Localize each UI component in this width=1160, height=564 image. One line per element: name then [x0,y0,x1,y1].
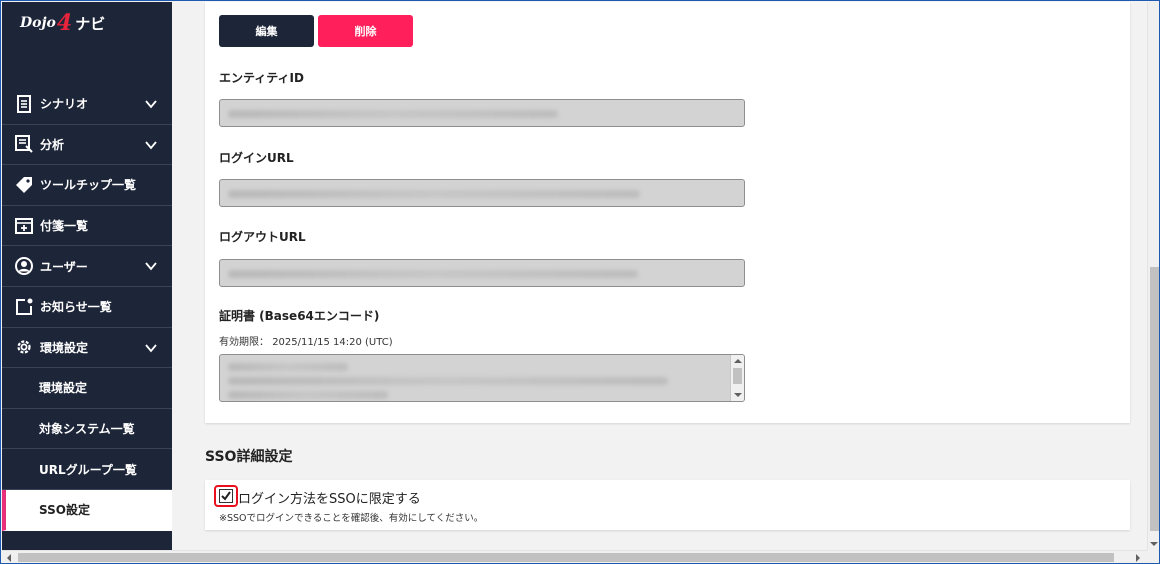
sidebar-subitem-target-systems[interactable]: 対象システム一覧 [2,409,172,450]
sidebar-nav: シナリオ 分析 ツールチップ一覧 付箋一覧 ユーザー お知らせ一覧 環境設定 環… [2,84,172,531]
login-url-label: ログインURL [219,151,294,165]
scroll-down-icon[interactable] [1150,542,1158,546]
redacted-value [228,190,640,198]
delete-button[interactable]: 削除 [318,15,413,47]
logo-text-dojo: Dojo [20,15,56,31]
sidebar-item-label: 分析 [40,137,65,152]
expiry-label: 有効期限： [219,337,269,348]
login-url-field[interactable] [219,179,745,207]
certificate-expiry: 有効期限： 2025/11/15 14:20 (UTC) [219,333,393,348]
sidebar-subitem-url-groups[interactable]: URLグループ一覧 [2,449,172,490]
checkmark-icon [221,491,231,501]
scroll-right-icon[interactable] [1136,554,1140,562]
sidebar-item-label: 環境設定 [40,340,89,355]
chevron-down-icon[interactable] [144,138,158,152]
scroll-thumb[interactable] [733,368,742,384]
sidebar-item-label: シナリオ [40,97,89,112]
sidebar-item-settings[interactable]: 環境設定 [2,328,172,369]
entity-id-label: エンティティID [219,71,304,85]
sso-detail-settings-title: SSO詳細設定 [205,449,293,465]
scroll-thumb[interactable] [1150,267,1159,531]
redacted-value [228,110,558,118]
sidebar-item-label: ツールチップ一覧 [40,178,137,193]
tag-icon [14,175,34,195]
logout-url-label: ログアウトURL [219,230,306,244]
sidebar-item-tooltips[interactable]: ツールチップ一覧 [2,165,172,206]
redacted-value [228,377,668,385]
entity-id-field[interactable] [219,99,745,127]
user-icon [14,256,34,276]
chevron-down-icon[interactable] [144,97,158,111]
certificate-label: 証明書 (Base64エンコード) [219,309,380,323]
sidebar-item-notifications[interactable]: お知らせ一覧 [2,287,172,328]
sticky-note-icon [14,216,34,236]
sso-config-card: 編集 削除 エンティティID ログインURL ログアウトURL 証明書 (Bas… [205,2,1130,423]
textarea-scrollbar[interactable] [730,355,744,401]
sidebar-item-label: ユーザー [40,259,88,274]
edit-button[interactable]: 編集 [219,15,314,47]
sidebar-item-label: お知らせ一覧 [40,300,112,315]
scroll-thumb[interactable] [18,553,1114,562]
main-content: 編集 削除 エンティティID ログインURL ログアウトURL 証明書 (Bas… [172,2,1147,550]
sidebar: Dojo 4 ナビ シナリオ 分析 ツールチップ一覧 付箋一覧 ユーザー お知ら… [2,2,172,550]
sso-only-note: ※SSOでログインできることを確認後、有効にしてください。 [219,513,484,524]
sidebar-item-users[interactable]: ユーザー [2,246,172,287]
sidebar-subitem-sso-settings[interactable]: SSO設定 [2,489,172,531]
sidebar-subitem-environment-settings[interactable]: 環境設定 [2,368,172,409]
horizontal-scrollbar[interactable] [2,550,1159,563]
app-logo[interactable]: Dojo 4 ナビ [20,12,105,34]
sso-detail-card: ログイン方法をSSOに限定する ※SSOでログインできることを確認後、有効にして… [205,480,1130,530]
redacted-value [228,270,638,278]
vertical-scrollbar[interactable] [1147,2,1159,550]
scroll-down-icon[interactable] [734,393,742,397]
logo-text-four: 4 [56,10,73,36]
app-window: Dojo 4 ナビ シナリオ 分析 ツールチップ一覧 付箋一覧 ユーザー お知ら… [0,0,1160,564]
logo-text-navi: ナビ [75,14,106,33]
certificate-textarea[interactable] [219,354,745,402]
checkbox-box[interactable] [219,489,233,503]
document-icon [14,94,34,114]
scroll-left-icon[interactable] [7,554,11,562]
expiry-value: 2025/11/15 14:20 (UTC) [272,337,393,348]
sidebar-item-scenario[interactable]: シナリオ [2,84,172,125]
redacted-value [228,363,348,371]
gear-icon [14,337,34,357]
sidebar-item-analysis[interactable]: 分析 [2,125,172,166]
sidebar-item-sticky-notes[interactable]: 付箋一覧 [2,206,172,247]
redacted-value [228,391,388,399]
logout-url-field[interactable] [219,259,745,287]
report-icon [14,134,34,154]
scroll-up-icon[interactable] [734,359,742,363]
chevron-down-icon[interactable] [144,259,158,273]
sso-only-checkbox-label[interactable]: ログイン方法をSSOに限定する [238,488,421,507]
sso-only-checkbox[interactable] [214,485,238,507]
scrollbar-corner [1147,550,1159,563]
chevron-down-icon[interactable] [144,341,158,355]
notification-icon [14,297,34,317]
sidebar-item-label: 付箋一覧 [40,219,89,234]
